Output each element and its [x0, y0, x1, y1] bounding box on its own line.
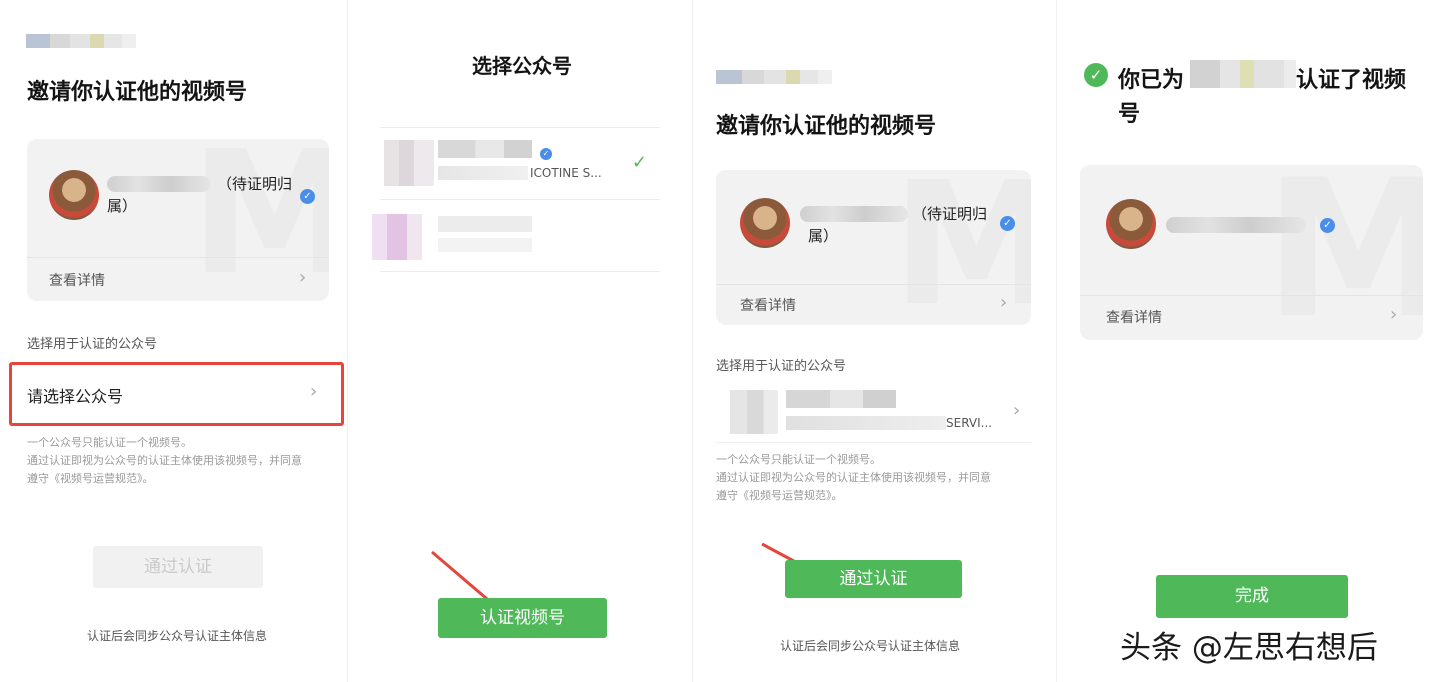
- page-title: 邀请你认证他的视频号: [27, 80, 248, 105]
- terms-note-line2: 通过认证即视为公众号的认证主体使用该视频号，并同意: [716, 471, 991, 484]
- chevron-right-icon: ›: [1013, 400, 1021, 421]
- channel-card[interactable]: M （待证明归 属） ✓ 查看详情 ›: [716, 170, 1031, 325]
- account-name-blur: [786, 390, 896, 408]
- account-avatar-blur: [372, 214, 422, 260]
- done-button[interactable]: 完成: [1156, 575, 1348, 618]
- view-details-link[interactable]: 查看详情: [49, 270, 105, 290]
- success-title-prefix: 你已为: [1118, 68, 1185, 93]
- terms-note-line2: 通过认证即视为公众号的认证主体使用该视频号，并同意: [27, 454, 302, 467]
- chevron-right-icon: ›: [310, 381, 318, 402]
- page-title: 选择公众号: [472, 54, 572, 78]
- panel-divider: [1056, 0, 1057, 682]
- chevron-right-icon: ›: [299, 267, 307, 288]
- channel-name-line2: 属）: [808, 227, 839, 245]
- account-sub-blur: [438, 238, 532, 252]
- channel-avatar: [1106, 199, 1156, 249]
- approve-button[interactable]: 通过认证: [785, 560, 962, 598]
- selected-account-row[interactable]: SERVI... ›: [716, 384, 1031, 443]
- terms-note-line3: 遵守《视频号运营规范》。: [27, 472, 154, 485]
- verified-badge-icon: ✓: [540, 148, 552, 160]
- account-sub-blur: [786, 416, 946, 430]
- account-subtitle: ICOTINE S...: [530, 166, 602, 180]
- inviter-avatar-blur: [26, 34, 136, 48]
- success-title-line2: 号: [1118, 102, 1141, 127]
- verify-channel-button[interactable]: 认证视频号: [438, 598, 607, 638]
- terms-note: 一个公众号只能认证一个视频号。 通过认证即视为公众号的认证主体使用该视频号，并同…: [716, 451, 1046, 505]
- card-watermark-logo: M: [1263, 165, 1423, 340]
- terms-note-line1: 一个公众号只能认证一个视频号。: [716, 453, 881, 466]
- card-divider: [27, 257, 329, 258]
- page-title: 邀请你认证他的视频号: [716, 114, 937, 139]
- card-divider: [1080, 295, 1423, 296]
- footer-note: 认证后会同步公众号认证主体信息: [87, 629, 268, 643]
- card-watermark-logo: M: [891, 170, 1031, 325]
- selected-account-subtitle: SERVI...: [946, 416, 993, 430]
- screen-verify-success: ✓ 你已为 认证了视频 号 M ✓ 查看详情 › 完成: [1058, 0, 1440, 682]
- channel-card[interactable]: M （待证明归 属） ✓ 查看详情 ›: [27, 139, 329, 301]
- terms-note-line1: 一个公众号只能认证一个视频号。: [27, 436, 192, 449]
- panel-divider: [692, 0, 693, 682]
- channel-name-blur: [1190, 60, 1296, 88]
- chevron-right-icon: ›: [1390, 304, 1398, 325]
- screen-invite-selected: 邀请你认证他的视频号 M （待证明归 属） ✓ 查看详情 › 选择用于认证的公众…: [694, 0, 1054, 682]
- account-avatar-blur: [384, 140, 434, 186]
- account-name-blur: [438, 140, 532, 158]
- channel-name-suffix: （待证明归: [217, 175, 293, 193]
- channel-avatar: [49, 170, 99, 220]
- verified-badge-icon: ✓: [1000, 216, 1015, 231]
- screen-invite-pending: 邀请你认证他的视频号 M （待证明归 属） ✓ 查看详情 › 选择用于认证的公众…: [0, 0, 346, 682]
- select-account-label: 选择用于认证的公众号: [27, 337, 158, 352]
- footer-note: 认证后会同步公众号认证主体信息: [780, 639, 961, 653]
- view-details-link[interactable]: 查看详情: [740, 295, 796, 315]
- account-sub-blur: [438, 166, 528, 180]
- source-watermark: 头条 @左思右想后: [1120, 630, 1378, 666]
- screen-choose-account: 选择公众号 ✓ ICOTINE S... ✓ 认证视频号: [350, 0, 690, 682]
- panel-divider: [347, 0, 348, 682]
- channel-name-blur: [800, 206, 908, 222]
- success-check-icon: ✓: [1084, 63, 1108, 87]
- channel-name-blur: [1166, 217, 1306, 233]
- channel-avatar: [740, 198, 790, 248]
- channel-name-line2: 属）: [107, 197, 138, 215]
- verified-badge-icon: ✓: [300, 189, 315, 204]
- account-avatar-blur: [730, 390, 778, 434]
- select-account-field[interactable]: 请选择公众号: [27, 383, 123, 407]
- card-watermark-logo: M: [189, 139, 329, 301]
- terms-note-line3: 遵守《视频号运营规范》。: [716, 489, 843, 502]
- select-account-label: 选择用于认证的公众号: [716, 359, 847, 374]
- card-divider: [716, 284, 1031, 285]
- view-details-link[interactable]: 查看详情: [1106, 307, 1162, 327]
- check-icon: ✓: [632, 152, 648, 173]
- account-name-blur: [438, 216, 532, 232]
- channel-name-suffix: （待证明归: [912, 205, 988, 223]
- list-bottom-divider: [380, 271, 660, 273]
- channel-card[interactable]: M ✓ 查看详情 ›: [1080, 165, 1423, 340]
- terms-note: 一个公众号只能认证一个视频号。 通过认证即视为公众号的认证主体使用该视频号，并同…: [27, 434, 337, 488]
- chevron-right-icon: ›: [1000, 292, 1008, 313]
- account-list-item-selected[interactable]: ✓ ICOTINE S... ✓: [380, 127, 660, 200]
- inviter-avatar-blur: [716, 70, 832, 84]
- success-title-suffix: 认证了视频: [1296, 68, 1407, 93]
- verified-badge-icon: ✓: [1320, 218, 1335, 233]
- approve-button-disabled[interactable]: 通过认证: [93, 546, 263, 588]
- account-list-item[interactable]: [372, 199, 660, 272]
- channel-name-blur: [107, 176, 211, 192]
